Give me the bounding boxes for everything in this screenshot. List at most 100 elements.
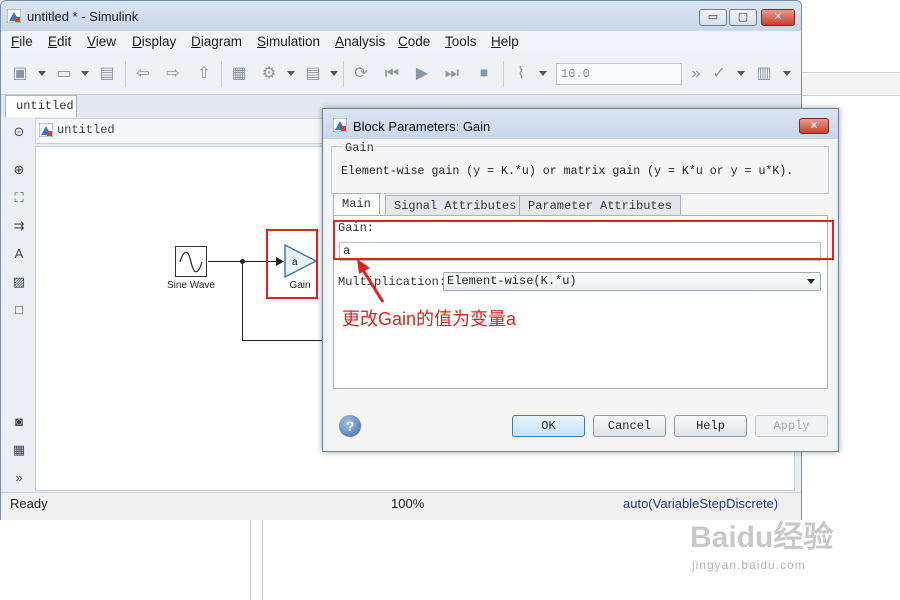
simulink-logo-icon	[333, 118, 347, 132]
model-icon	[39, 123, 53, 137]
menu-help[interactable]: Help	[491, 34, 519, 49]
chevron-down-icon[interactable]	[737, 71, 745, 76]
tab-main[interactable]: Main	[333, 193, 380, 216]
chevron-down-icon[interactable]	[783, 71, 791, 76]
watermark-logo: Baidu经验	[690, 521, 834, 554]
stop-icon[interactable]: ⏹	[473, 64, 495, 84]
background-divider	[250, 520, 251, 600]
toolbar-separator	[343, 61, 344, 87]
tab-signal-attributes[interactable]: Signal Attributes	[385, 195, 526, 215]
toolbar-separator	[503, 61, 504, 87]
step-back-icon[interactable]: ⏮	[381, 64, 403, 84]
simulink-logo-icon	[7, 9, 21, 23]
close-icon: ✕	[773, 11, 783, 23]
highlight-box-gain-field	[333, 220, 834, 260]
menu-simulation[interactable]: Simulation	[257, 34, 320, 49]
help-button[interactable]: Help	[674, 415, 747, 437]
tab-untitled[interactable]: untitled	[5, 95, 77, 117]
multiplication-value: Element-wise(K.*u)	[447, 274, 577, 288]
maximize-button[interactable]: ▢	[729, 9, 757, 26]
step-forward-icon[interactable]: ⏭	[441, 64, 463, 84]
chevron-down-icon	[807, 279, 815, 284]
new-model-icon[interactable]: ▣	[9, 64, 31, 84]
arrow-direction-icon[interactable]: ⇉	[10, 217, 28, 235]
status-solver[interactable]: auto(VariableStepDiscrete)	[623, 496, 778, 511]
menu-file[interactable]: File	[11, 34, 33, 49]
window-titlebar[interactable]: untitled * - Simulink ▭ ▢ ✕	[1, 1, 801, 31]
cancel-button[interactable]: Cancel	[593, 415, 666, 437]
status-zoom: 100%	[391, 496, 425, 511]
chevron-down-icon[interactable]	[287, 71, 295, 76]
tool-palette: ⊙ ⊕ ⛶ ⇉ A ▨ □ ◙ ▦ »	[1, 117, 35, 491]
window-title: untitled * - Simulink	[27, 9, 139, 24]
group-title: Gain	[343, 141, 376, 155]
scope-icon[interactable]: ⌇	[510, 64, 532, 84]
settings-gear-icon[interactable]: ⚙	[258, 64, 280, 84]
toolbar-overflow[interactable]: »	[685, 64, 707, 84]
hide-show-icon[interactable]: ⊙	[10, 123, 28, 141]
image-icon[interactable]: ▨	[10, 273, 28, 291]
close-button[interactable]: ✕	[761, 9, 795, 26]
dialog-titlebar[interactable]: Block Parameters: Gain ✕	[323, 109, 838, 139]
menu-edit[interactable]: Edit	[48, 34, 71, 49]
menu-display[interactable]: Display	[132, 34, 176, 49]
check-icon[interactable]: ✓	[708, 64, 730, 84]
help-question-icon[interactable]: ?	[339, 415, 361, 437]
run-icon[interactable]: ▶	[411, 64, 433, 84]
minimize-icon: ▭	[707, 11, 719, 23]
menu-diagram[interactable]: Diagram	[191, 34, 242, 49]
menu-code[interactable]: Code	[398, 34, 430, 49]
up-arrow-icon[interactable]: ⇧	[193, 64, 215, 84]
forward-arrow-icon[interactable]: ⇨	[162, 64, 184, 84]
background-toolbar-strip	[800, 72, 900, 96]
block-parameters-dialog: Block Parameters: Gain ✕ Gain Element-wi…	[322, 108, 839, 452]
zoom-icon[interactable]: ⊕	[10, 161, 28, 179]
chevron-down-icon[interactable]	[81, 71, 89, 76]
status-ready: Ready	[10, 496, 48, 511]
model-explorer-icon[interactable]: ▤	[302, 64, 324, 84]
signal-line[interactable]	[242, 340, 324, 341]
back-arrow-icon[interactable]: ⇦	[132, 64, 154, 84]
watermark-url: jingyan.baidu.com	[692, 558, 806, 572]
annotation-caption: 更改Gain的值为变量a	[342, 309, 517, 329]
fit-to-view-icon[interactable]: ⛶	[10, 189, 28, 207]
toolbar-separator	[221, 61, 222, 87]
toolbar-separator	[125, 61, 126, 87]
dialog-title: Block Parameters: Gain	[353, 119, 491, 134]
sine-wave-icon	[179, 251, 203, 273]
menu-view[interactable]: View	[87, 34, 116, 49]
breadcrumb[interactable]: untitled	[57, 123, 115, 137]
background-divider	[262, 520, 263, 600]
update-diagram-icon[interactable]: ⟳	[350, 64, 372, 84]
chevron-down-icon[interactable]	[539, 71, 547, 76]
minimize-button[interactable]: ▭	[699, 9, 727, 26]
sine-wave-label: Sine Wave	[167, 280, 215, 291]
sine-wave-block[interactable]	[175, 246, 207, 277]
branch-point	[240, 259, 245, 264]
model-browser-icon[interactable]: ▦	[10, 441, 28, 459]
chevron-down-icon[interactable]	[330, 71, 338, 76]
annotation-arrow-icon	[357, 259, 385, 303]
multiplication-select[interactable]: Element-wise(K.*u)	[443, 272, 821, 291]
tab-parameter-attributes[interactable]: Parameter Attributes	[519, 195, 682, 215]
dialog-close-button[interactable]: ✕	[799, 118, 829, 134]
palette-more[interactable]: »	[10, 469, 28, 487]
maximize-icon: ▢	[737, 11, 749, 23]
library-browser-icon[interactable]: ▦	[228, 64, 250, 84]
screenshot-camera-icon[interactable]: ◙	[10, 413, 28, 431]
menu-bar: File Edit View Display Diagram Simulatio…	[1, 31, 801, 53]
save-icon[interactable]: ▤	[96, 64, 118, 84]
highlight-box-gain-block	[266, 229, 318, 299]
chevron-down-icon[interactable]	[38, 71, 46, 76]
area-icon[interactable]: □	[10, 301, 28, 319]
menu-tools[interactable]: Tools	[445, 34, 477, 49]
apply-button[interactable]: Apply	[755, 415, 828, 437]
signal-line[interactable]	[242, 261, 243, 341]
annotation-icon[interactable]: A	[10, 245, 28, 263]
open-folder-icon[interactable]: ▭	[53, 64, 75, 84]
menu-analysis[interactable]: Analysis	[335, 34, 385, 49]
stop-time-input[interactable]: 10.0	[556, 63, 682, 85]
ok-button[interactable]: OK	[512, 415, 585, 437]
block-description: Element-wise gain (y = K.*u) or matrix g…	[341, 165, 794, 178]
build-icon[interactable]: ▥	[753, 64, 775, 84]
